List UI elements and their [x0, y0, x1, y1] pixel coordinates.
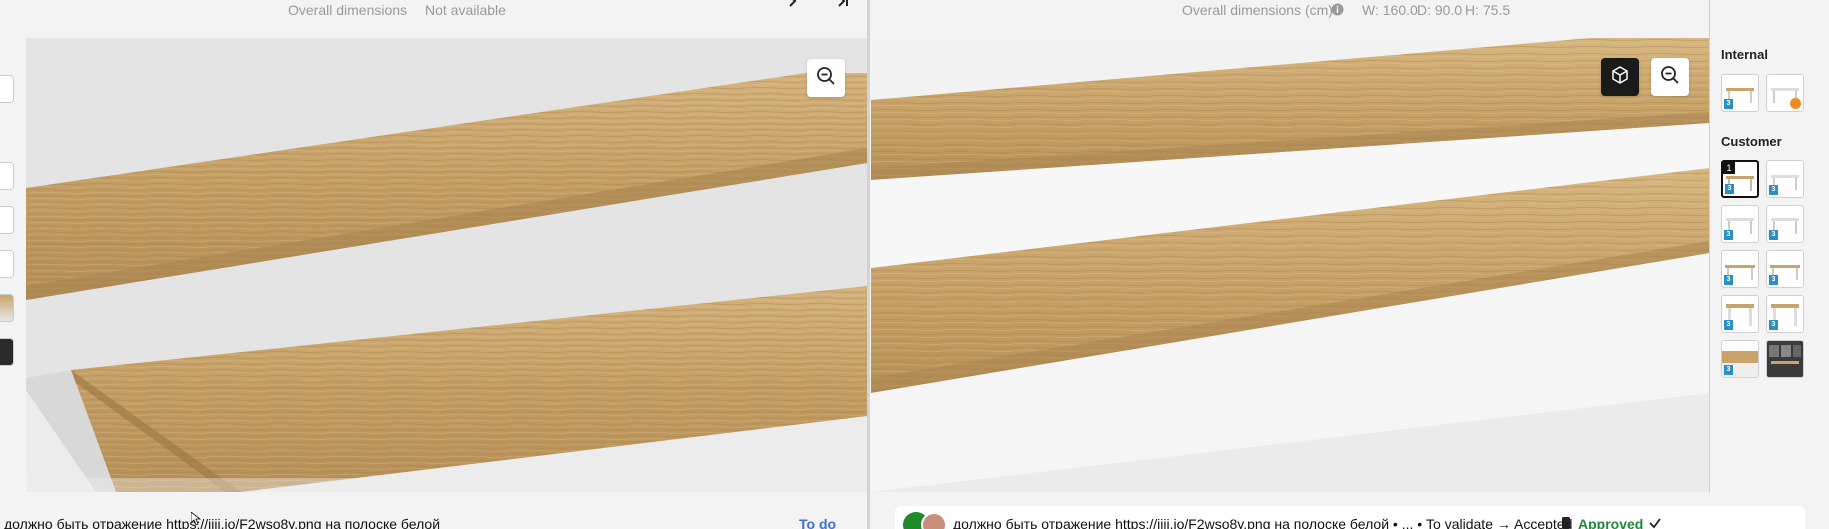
internal-heading: Internal: [1721, 47, 1768, 62]
customer-thumbnail[interactable]: 1 3: [1721, 160, 1759, 198]
3d-badge: 3: [1769, 230, 1778, 240]
zoom-out-button[interactable]: [807, 59, 845, 97]
image-thumbnail-sidebar: Internal 3 Customer 1 3 3 3 3 3 3 3 3 3: [1711, 38, 1829, 492]
customer-heading: Customer: [1721, 134, 1782, 149]
left-dimensions-value: Not available: [425, 2, 506, 18]
collapse-icon[interactable]: [836, 0, 850, 13]
image-comparison-view: Overall dimensions Not available Overall…: [0, 0, 1829, 529]
3d-badge: 3: [1769, 320, 1778, 330]
customer-thumbnail[interactable]: [1766, 340, 1804, 378]
zoom-out-button-right[interactable]: [1651, 58, 1689, 96]
customer-thumbnail[interactable]: 3: [1721, 295, 1759, 333]
width-value: W: 160.0: [1362, 2, 1418, 18]
info-icon[interactable]: [1331, 3, 1344, 19]
right-dimensions-label: Overall dimensions (cm): [1182, 2, 1333, 18]
customer-thumbnail[interactable]: 3: [1766, 160, 1804, 198]
left-render-image: [26, 38, 867, 492]
3d-badge: 3: [1724, 230, 1733, 240]
customer-thumbnail[interactable]: 3: [1721, 205, 1759, 243]
left-dimensions-bar: Overall dimensions Not available: [0, 0, 868, 38]
strip-thumbnail[interactable]: [0, 338, 14, 366]
height-value: H: 75.5: [1465, 2, 1511, 18]
right-render-image: [871, 38, 1710, 492]
3d-badge: 3: [1769, 275, 1778, 285]
left-render-panel: [26, 38, 867, 492]
right-comment-bar: должно быть отражение https://ijij.io/F2…: [871, 492, 1829, 529]
right-dimensions-bar: Overall dimensions (cm) W: 160.0 D: 90.0…: [871, 0, 1711, 38]
strip-thumbnail[interactable]: [0, 162, 14, 190]
3d-badge: 3: [1725, 184, 1734, 194]
panel-divider[interactable]: [867, 0, 870, 529]
customer-thumbnail[interactable]: 3: [1721, 250, 1759, 288]
3d-badge: 3: [1724, 365, 1733, 375]
phone-icon: [1561, 516, 1571, 529]
strip-thumbnail[interactable]: [0, 75, 14, 103]
right-render-panel: [871, 38, 1710, 492]
3d-badge: 3: [1724, 99, 1733, 109]
strip-thumbnail[interactable]: [0, 250, 14, 278]
room-scene-image: [1769, 345, 1801, 364]
left-comment-text[interactable]: должно быть отражение https://ijij.io/F2…: [4, 516, 440, 529]
zoom-out-icon: [1660, 65, 1680, 90]
3d-badge: 3: [1724, 275, 1733, 285]
chevron-right-icon[interactable]: [786, 0, 800, 13]
strip-thumbnail[interactable]: [0, 206, 14, 234]
left-thumbnail-strip: [0, 38, 26, 492]
selected-number-badge: 1: [1723, 162, 1735, 174]
sidebar-divider: [1709, 0, 1710, 492]
3d-view-button[interactable]: [1601, 58, 1639, 96]
customer-thumbnail[interactable]: 3: [1766, 250, 1804, 288]
customer-thumbnail[interactable]: 3: [1721, 340, 1759, 378]
left-dimensions-label: Overall dimensions: [288, 2, 408, 18]
customer-thumbnail[interactable]: 3: [1766, 205, 1804, 243]
cube-icon: [1610, 65, 1630, 90]
strip-thumbnail[interactable]: [0, 294, 14, 322]
right-comment-text[interactable]: должно быть отражение https://ijij.io/F2…: [953, 516, 1572, 529]
internal-thumbnail[interactable]: [1766, 74, 1804, 112]
3d-badge: 3: [1769, 185, 1778, 195]
todo-status[interactable]: To do: [799, 516, 836, 529]
left-comment-bar: должно быть отражение https://ijij.io/F2…: [0, 492, 867, 529]
zoom-out-icon: [816, 66, 836, 91]
internal-thumbnail[interactable]: 3: [1721, 74, 1759, 112]
depth-value: D: 90.0: [1417, 2, 1463, 18]
check-icon: [1648, 516, 1662, 529]
3d-badge: 3: [1724, 320, 1733, 330]
blender-icon: [1790, 98, 1801, 109]
cursor-icon: [190, 511, 202, 529]
approved-status[interactable]: Approved: [1578, 516, 1643, 529]
customer-thumbnail[interactable]: 3: [1766, 295, 1804, 333]
